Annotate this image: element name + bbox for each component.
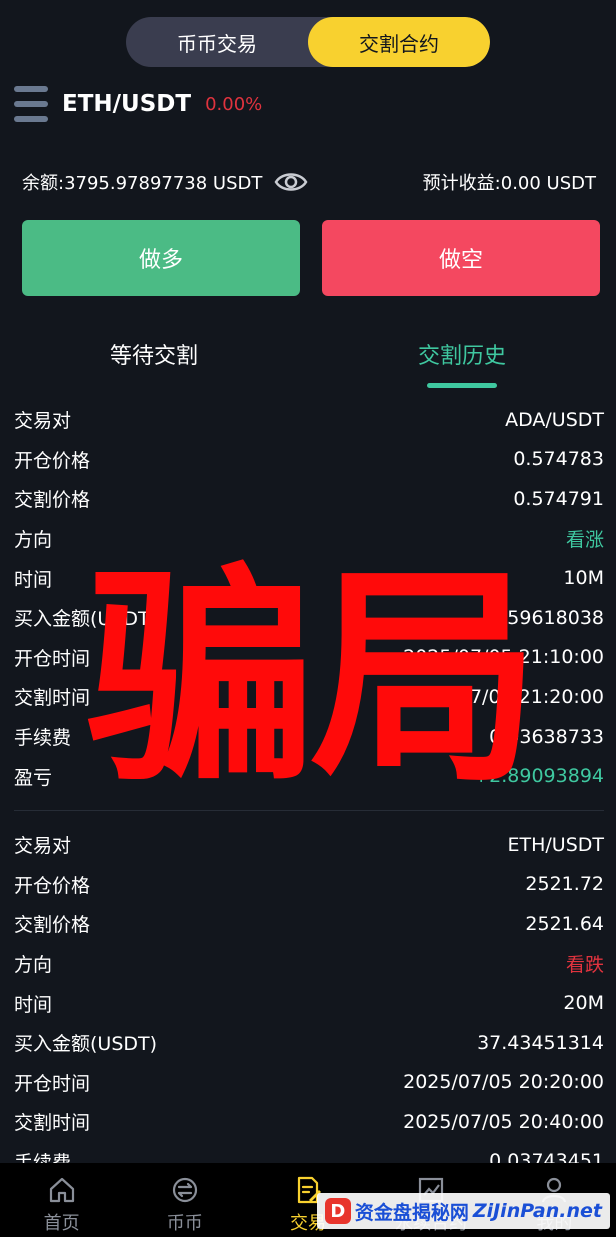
record-label: 交割价格 xyxy=(14,914,91,937)
long-button[interactable]: 做多 xyxy=(22,220,300,296)
tab-delivery-history[interactable]: 交割历史 xyxy=(308,332,616,388)
nav-spot[interactable]: 币币 xyxy=(135,1175,235,1233)
pair-name[interactable]: ETH/USDT xyxy=(62,91,191,117)
record-value: 2521.64 xyxy=(525,912,604,935)
record-value: 0.574783 xyxy=(513,448,604,471)
short-button[interactable]: 做空 xyxy=(322,220,600,296)
expected-profit-text: 预计收益:0.00 USDT xyxy=(422,173,596,194)
history-record: 交易对 ETH/USDT 开仓价格 2521.72 交割价格 2521.64 方向 看跌时间 2… xyxy=(14,825,604,1197)
record-label: 交易对 xyxy=(14,835,72,858)
record-label: 时间 xyxy=(14,993,53,1016)
record-row: 开仓价格 2521.72 xyxy=(14,865,604,905)
record-value: 看涨 xyxy=(565,529,604,552)
tab-delivery-contract[interactable]: 交割合约 xyxy=(308,17,490,67)
record-label: 方向 xyxy=(14,529,53,552)
record-value: ADA/USDT xyxy=(505,408,604,431)
nav-home-label: 首页 xyxy=(43,1213,80,1233)
record-label: 交割时间 xyxy=(14,1112,91,1135)
record-value: 2025/07/05 20:20:00 xyxy=(403,1071,604,1094)
menu-icon[interactable] xyxy=(14,86,48,122)
record-row: 买入金额(USDT) 37.43451314 xyxy=(14,1023,604,1063)
record-row: 交割价格 0.574791 xyxy=(14,479,604,519)
record-row: 开仓价格 0.574783 xyxy=(14,440,604,480)
record-row: 时间 20M xyxy=(14,983,604,1023)
nav-home[interactable]: 首页 xyxy=(12,1175,112,1233)
tab-spot-trading[interactable]: 币币交易 xyxy=(126,17,308,67)
record-label: 时间 xyxy=(14,568,53,591)
record-value: 0.574791 xyxy=(513,487,604,510)
record-row: 方向 看跌 xyxy=(14,944,604,984)
record-value: ETH/USDT xyxy=(507,833,604,856)
scam-watermark: 骗局 xyxy=(85,546,540,813)
record-label: 手续费 xyxy=(14,727,72,750)
record-value: 10M xyxy=(563,567,604,590)
record-row: 交易对 ETH/USDT xyxy=(14,825,604,865)
record-value: 看跌 xyxy=(565,954,604,977)
site-name-cn: 资金盘揭秘网 xyxy=(354,1201,469,1224)
record-label: 开仓价格 xyxy=(14,874,91,897)
site-watermark-badge: D 资金盘揭秘网 ZiJinPan.net xyxy=(316,1193,610,1229)
record-label: 方向 xyxy=(14,954,53,977)
record-label: 开仓价格 xyxy=(14,449,91,472)
tab-pending-delivery[interactable]: 等待交割 xyxy=(0,332,308,388)
record-label: 开仓时间 xyxy=(14,1072,91,1095)
home-icon xyxy=(49,1177,74,1203)
record-value: 20M xyxy=(563,992,604,1015)
price-change: 0.00% xyxy=(205,93,263,115)
record-value: 37.43451314 xyxy=(477,1031,604,1054)
eye-icon[interactable] xyxy=(274,169,308,195)
exchange-icon xyxy=(172,1177,197,1203)
record-row: 交割价格 2521.64 xyxy=(14,904,604,944)
pair-bar: ETH/USDT 0.00% xyxy=(14,84,262,124)
record-label: 交易对 xyxy=(14,410,72,433)
nav-spot-label: 币币 xyxy=(166,1213,203,1233)
market-type-switch: 币币交易 交割合约 xyxy=(126,17,490,67)
record-label: 盈亏 xyxy=(14,766,53,789)
record-row: 交割时间 2025/07/05 20:40:00 xyxy=(14,1102,604,1142)
balance-text: 余额:3795.97897738 USDT xyxy=(22,173,263,194)
record-row: 开仓时间 2025/07/05 20:20:00 xyxy=(14,1063,604,1103)
record-value: 2521.72 xyxy=(525,873,604,896)
record-row: 交易对 ADA/USDT xyxy=(14,400,604,440)
trade-buttons: 做多 做空 xyxy=(22,220,600,296)
record-value: 2025/07/05 20:40:00 xyxy=(403,1110,604,1133)
order-tabs: 等待交割 交割历史 xyxy=(0,332,616,388)
site-logo: D xyxy=(324,1198,351,1224)
site-name-en: ZiJinPan.net xyxy=(472,1200,602,1222)
record-label: 交割价格 xyxy=(14,489,91,512)
balance-row: 余额:3795.97897738 USDT 预计收益:0.00 USDT xyxy=(22,164,596,200)
record-label: 买入金额(USDT) xyxy=(14,1033,158,1056)
